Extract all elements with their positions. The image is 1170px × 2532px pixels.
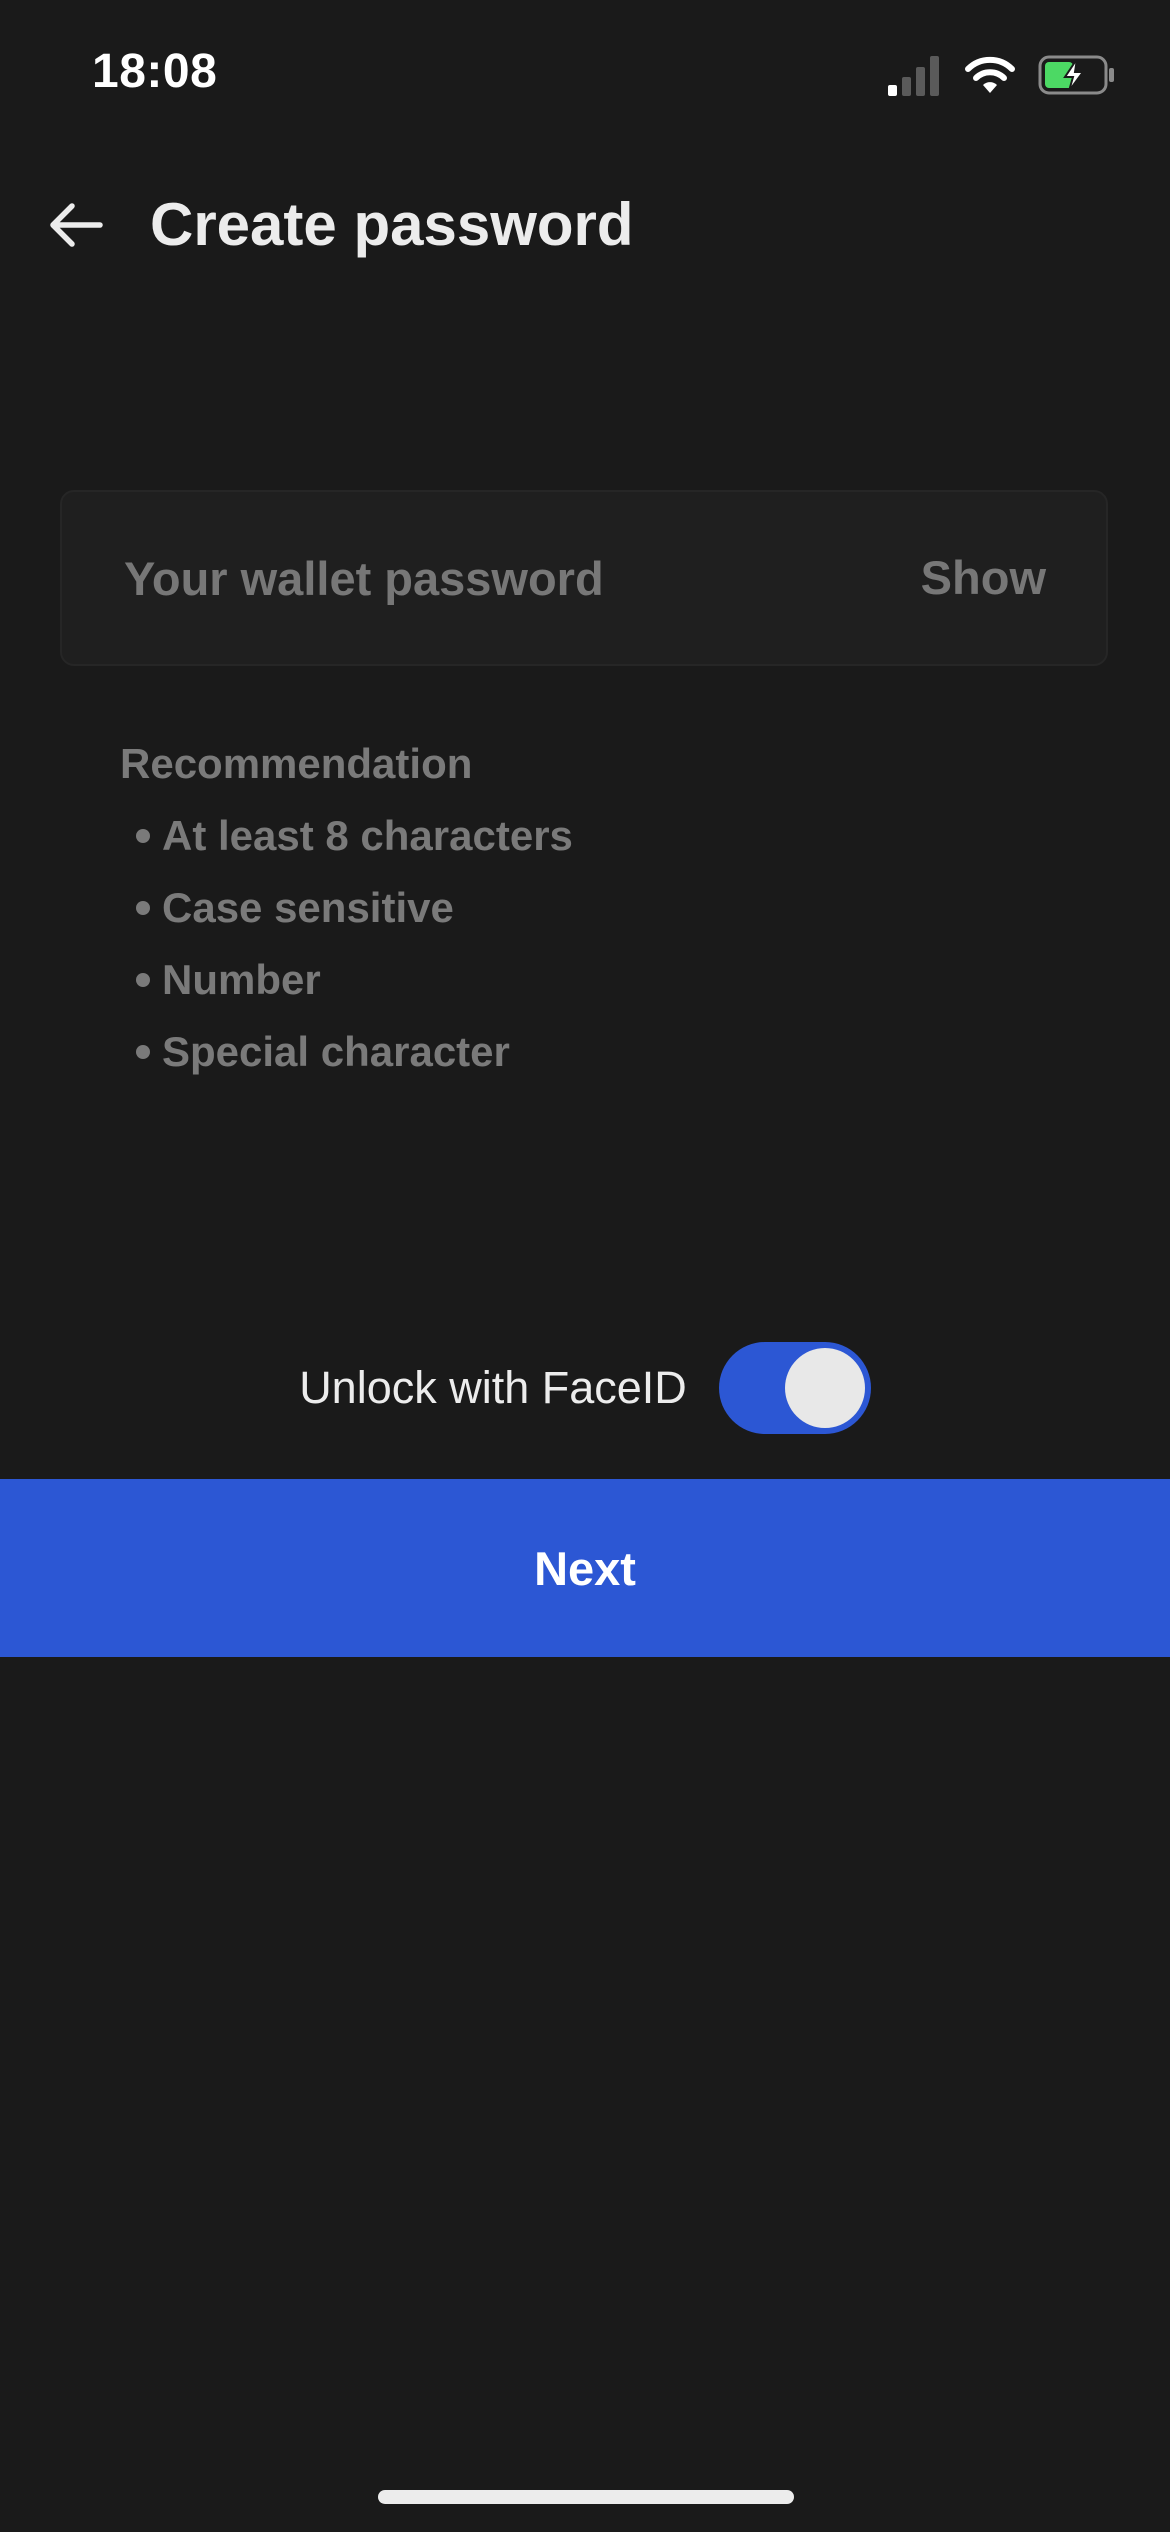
- signal-icon: [888, 56, 939, 96]
- recommendation: Recommendation At least 8 characters Cas…: [120, 735, 1020, 1095]
- battery-charging-icon: [1038, 55, 1114, 95]
- faceid-label: Unlock with FaceID: [299, 1362, 687, 1413]
- toggle-knob: [784, 1348, 865, 1428]
- show-password-button[interactable]: Show: [921, 492, 1046, 664]
- recommendation-text: At least 8 characters: [162, 812, 573, 859]
- list-item: Special character: [120, 1023, 1020, 1095]
- home-indicator: [378, 2490, 794, 2504]
- next-button[interactable]: Next: [0, 1479, 1170, 1657]
- bullet-icon: [136, 901, 150, 915]
- status-time: 18:08: [92, 45, 218, 98]
- password-input[interactable]: [124, 492, 884, 664]
- list-item: At least 8 characters: [120, 807, 1020, 879]
- list-item: Number: [120, 951, 1020, 1023]
- recommendation-text: Special character: [162, 1028, 510, 1075]
- faceid-toggle[interactable]: [718, 1342, 871, 1434]
- wifi-icon: [965, 56, 1015, 93]
- list-item: Case sensitive: [120, 879, 1020, 951]
- bullet-icon: [136, 973, 150, 987]
- recommendation-text: Number: [162, 956, 321, 1003]
- status-icons: [886, 50, 1116, 100]
- status-bar: 18:08: [0, 0, 1170, 150]
- recommendation-text: Case sensitive: [162, 884, 454, 931]
- password-field: Show: [60, 490, 1108, 666]
- header: Create password: [0, 170, 1170, 280]
- back-button[interactable]: [36, 190, 116, 260]
- page-title: Create password: [150, 191, 634, 258]
- recommendation-title: Recommendation: [120, 740, 473, 787]
- recommendation-list: At least 8 characters Case sensitive Num…: [120, 807, 1020, 1095]
- arrow-left-icon: [50, 203, 103, 247]
- bullet-icon: [136, 829, 150, 843]
- bullet-icon: [136, 1045, 150, 1059]
- faceid-row: Unlock with FaceID: [0, 1340, 1170, 1436]
